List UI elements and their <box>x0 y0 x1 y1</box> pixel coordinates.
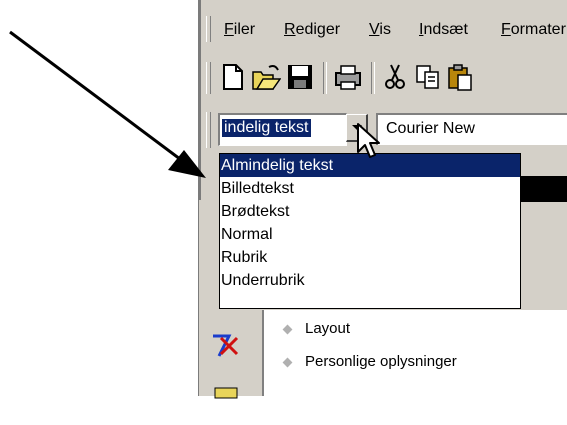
annotation-arrow <box>9 30 206 178</box>
mouse-cursor-icon <box>357 123 380 158</box>
